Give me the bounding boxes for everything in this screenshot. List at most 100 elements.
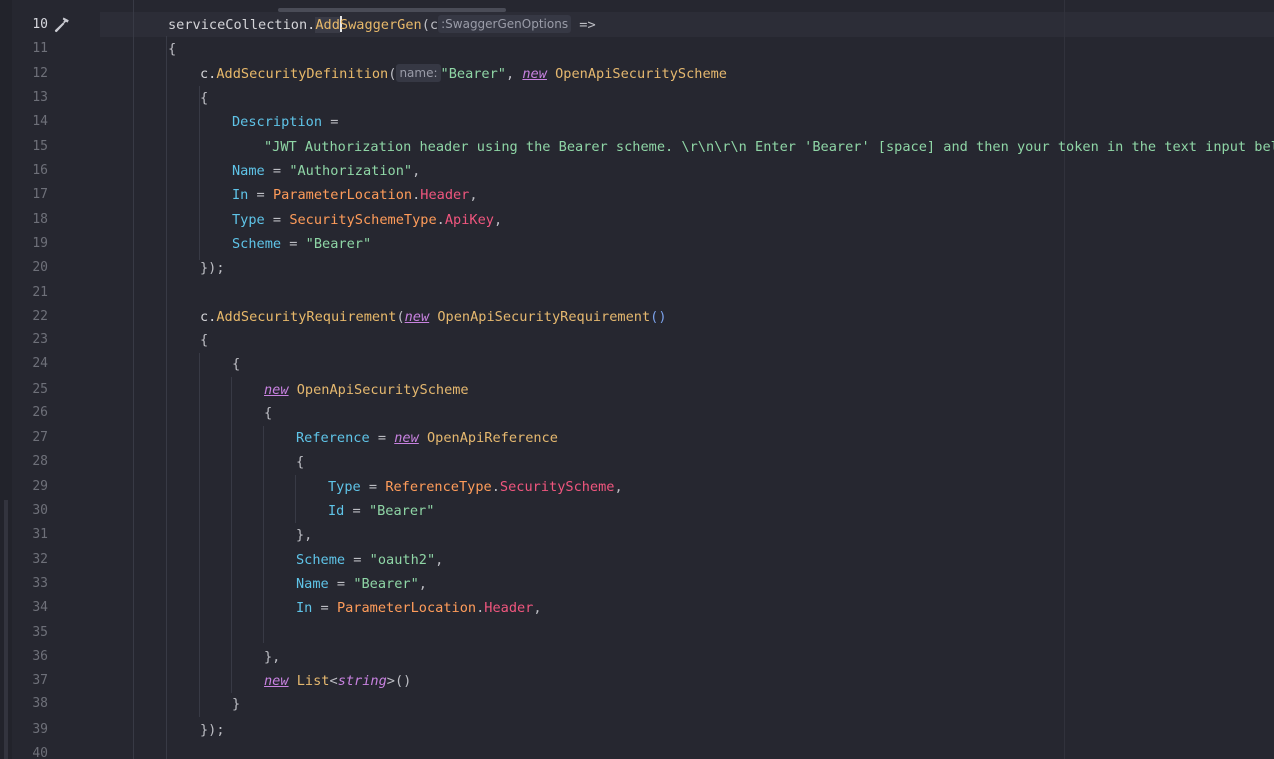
code-line-33[interactable]: Name = "Bearer", — [104, 572, 427, 596]
punctuation: , — [469, 187, 478, 203]
brace: { — [264, 405, 273, 421]
code-line-32[interactable]: Scheme = "oauth2", — [104, 548, 443, 572]
operator: = — [248, 187, 273, 203]
property-name: Name — [296, 576, 329, 592]
string-literal: "Authorization" — [289, 163, 413, 179]
line-number[interactable]: 34 — [14, 596, 48, 620]
code-line-29[interactable]: Type = ReferenceType.SecurityScheme, — [104, 475, 623, 499]
enum-type: ParameterLocation — [336, 600, 477, 616]
type-name: OpenApiSecurityScheme — [296, 382, 469, 398]
line-number[interactable]: 19 — [14, 232, 48, 256]
line-number[interactable]: 15 — [14, 135, 48, 159]
vcs-change-marker[interactable] — [4, 500, 8, 759]
line-number[interactable]: 30 — [14, 499, 48, 523]
code-line-20[interactable]: }); — [104, 256, 225, 280]
generic-type-keyword: string — [337, 673, 387, 689]
line-number[interactable]: 21 — [14, 281, 48, 305]
code-line-11[interactable]: { — [104, 37, 176, 61]
line-number[interactable]: 32 — [14, 548, 48, 572]
hammer-icon[interactable] — [52, 15, 72, 35]
line-number[interactable]: 22 — [14, 305, 48, 329]
punctuation: , — [533, 600, 542, 616]
keyword-new: new — [404, 309, 430, 325]
line-number[interactable]: 27 — [14, 426, 48, 450]
code-line-31[interactable]: }, — [104, 523, 312, 547]
code-line-30[interactable]: Id = "Bearer" — [104, 499, 434, 523]
enum-member: Header — [420, 187, 470, 203]
line-number[interactable]: 29 — [14, 475, 48, 499]
property-name: In — [232, 187, 249, 203]
code-line-16[interactable]: Name = "Authorization", — [104, 159, 420, 183]
code-line-39[interactable]: }); — [104, 718, 225, 742]
keyword-new: new — [264, 382, 289, 398]
line-number[interactable]: 31 — [14, 523, 48, 547]
line-number[interactable]: 33 — [14, 572, 48, 596]
code-line-12[interactable]: c.AddSecurityDefinition(name: "Bearer", n… — [104, 62, 727, 86]
code-line-28[interactable]: { — [104, 450, 304, 474]
horizontal-scrollbar-thumb[interactable] — [278, 8, 506, 12]
closing-brace: }, — [296, 527, 313, 543]
line-number[interactable]: 18 — [14, 208, 48, 232]
line-number[interactable]: 26 — [14, 401, 48, 425]
string-literal: "oauth2" — [369, 552, 436, 568]
code-line-24[interactable]: { — [104, 352, 240, 376]
parameter-inlay-hint[interactable]: name: — [396, 64, 441, 82]
line-number[interactable]: 39 — [14, 718, 48, 742]
string-literal: "Bearer" — [440, 66, 506, 82]
line-number[interactable]: 20 — [14, 256, 48, 280]
code-line-22[interactable]: c.AddSecurityRequirement(new OpenApiSecu… — [104, 305, 667, 329]
property-name: Scheme — [296, 552, 346, 568]
property-name: In — [296, 600, 313, 616]
line-number[interactable]: 35 — [14, 621, 48, 645]
code-line-15[interactable]: "JWT Authorization header using the Bear… — [104, 135, 1274, 159]
type-inlay-hint[interactable]: :SwaggerGenOptions — [438, 15, 572, 33]
line-number[interactable]: 38 — [14, 692, 48, 716]
code-line-37[interactable]: new List<string>() — [104, 669, 411, 693]
code-line-26[interactable]: { — [104, 401, 272, 425]
line-number[interactable]: 40 — [14, 742, 48, 759]
punctuation: , — [412, 163, 421, 179]
line-number[interactable]: 25 — [14, 378, 48, 402]
code-line-25[interactable]: new OpenApiSecurityScheme — [104, 378, 469, 402]
type-name: OpenApiReference — [426, 430, 558, 446]
code-line-17[interactable]: In = ParameterLocation.Header, — [104, 183, 478, 207]
line-number[interactable]: 11 — [14, 37, 48, 61]
method-name: Add — [315, 17, 340, 33]
line-number[interactable]: 13 — [14, 86, 48, 110]
punctuation: , — [506, 66, 523, 82]
identifier: serviceCollection. — [168, 17, 316, 33]
line-number[interactable]: 12 — [14, 62, 48, 86]
punctuation: , — [418, 576, 427, 592]
line-number[interactable]: 28 — [14, 450, 48, 474]
line-number[interactable]: 36 — [14, 645, 48, 669]
punctuation: ( — [396, 309, 405, 325]
code-line-38[interactable]: } — [104, 692, 240, 716]
line-number[interactable]: 17 — [14, 183, 48, 207]
code-line-36[interactable]: }, — [104, 645, 280, 669]
line-number[interactable]: 10 — [14, 13, 48, 37]
code-editor[interactable]: 10 11 12 13 14 15 16 17 18 19 20 21 22 23 24 25 26 27 28 29… — [0, 0, 1274, 759]
method-name: AddSecurityDefinition — [216, 66, 389, 82]
code-line-34[interactable]: In = ParameterLocation.Header, — [104, 596, 542, 620]
line-number[interactable]: 14 — [14, 110, 48, 134]
code-line-27[interactable]: Reference = new OpenApiReference — [104, 426, 558, 450]
line-number[interactable]: 23 — [14, 328, 48, 352]
line-number-gutter[interactable]: 10 11 12 13 14 15 16 17 18 19 20 21 22 23 24 25 26 27 28 29… — [0, 0, 100, 759]
code-line-23[interactable]: { — [104, 328, 208, 352]
line-number[interactable]: 16 — [14, 159, 48, 183]
punctuation: , — [614, 479, 623, 495]
operator: = — [360, 479, 386, 495]
enum-type: SecuritySchemeType — [289, 212, 437, 228]
enum-member: Header — [484, 600, 534, 616]
code-line-18[interactable]: Type = SecuritySchemeType.ApiKey, — [104, 208, 502, 232]
operator: = — [264, 163, 290, 179]
code-line-10[interactable]: serviceCollection.AddSwaggerGen(c:Swagge… — [104, 13, 596, 37]
closing-brace: }); — [200, 722, 225, 738]
line-number[interactable]: 37 — [14, 669, 48, 693]
code-line-13[interactable]: { — [104, 86, 208, 110]
keyword-new: new — [394, 430, 419, 446]
code-line-14[interactable]: Description = — [104, 110, 338, 134]
line-number[interactable]: 24 — [14, 352, 48, 376]
code-line-19[interactable]: Scheme = "Bearer" — [104, 232, 371, 256]
enum-type: ReferenceType — [385, 479, 492, 495]
